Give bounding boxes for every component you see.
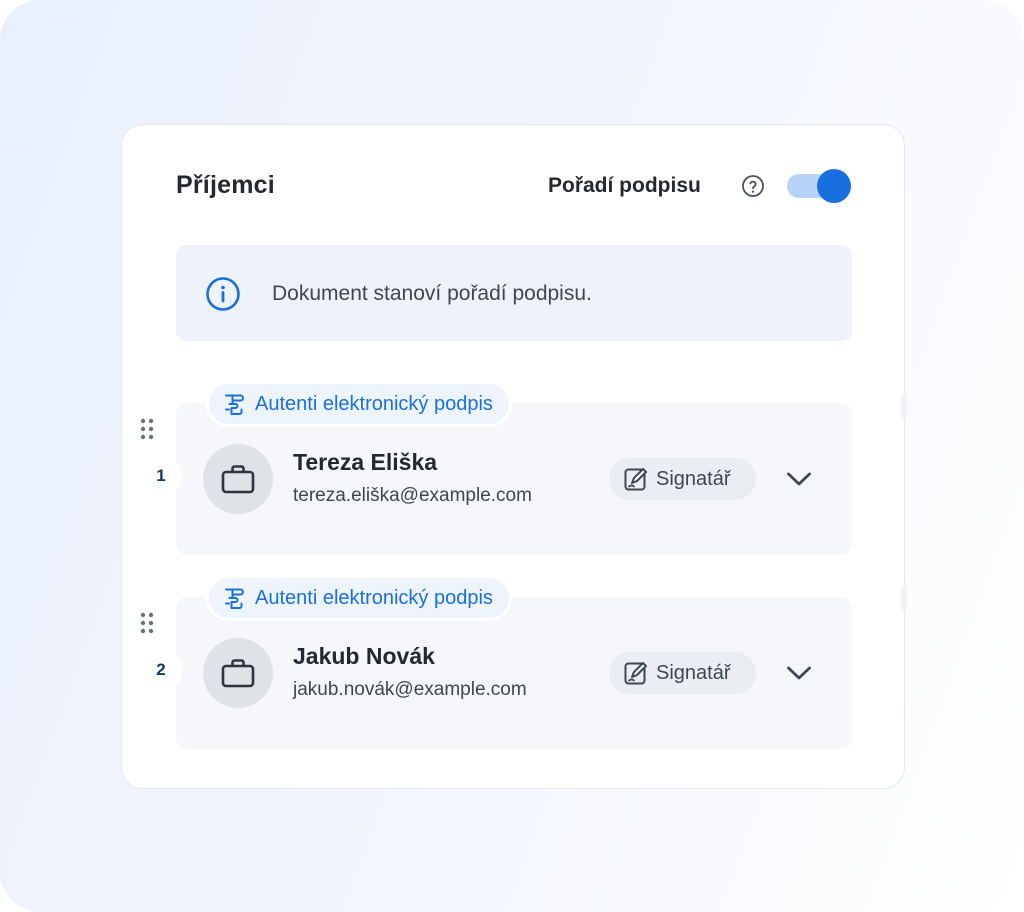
panel-edge-marker bbox=[901, 393, 907, 419]
help-icon[interactable] bbox=[741, 174, 765, 198]
recipients-panel: Příjemci Pořadí podpisu Dokument stanoví… bbox=[121, 124, 907, 789]
briefcase-icon bbox=[221, 465, 255, 494]
info-message: Dokument stanoví pořadí podpisu. bbox=[272, 282, 592, 305]
role-selector[interactable]: Signatář bbox=[609, 652, 756, 694]
panel-edge-marker bbox=[901, 585, 907, 611]
recipient-name: Jakub Novák bbox=[293, 643, 435, 669]
signature-type-badge[interactable]: Autenti elektronický podpis bbox=[206, 575, 512, 621]
drag-handle-icon[interactable] bbox=[139, 417, 155, 441]
signature-type-badge[interactable]: Autenti elektronický podpis bbox=[206, 381, 512, 427]
signature-pen-icon bbox=[624, 662, 647, 685]
signing-order-label: Pořadí podpisu bbox=[548, 174, 701, 197]
signing-order-toggle[interactable] bbox=[787, 169, 853, 203]
toggle-knob bbox=[817, 169, 851, 203]
info-banner: Dokument stanoví pořadí podpisu. bbox=[176, 245, 852, 341]
avatar bbox=[203, 638, 273, 708]
signature-type-label: Autenti elektronický podpis bbox=[255, 392, 493, 415]
role-label: Signatář bbox=[656, 661, 731, 684]
signature-type-icon bbox=[225, 394, 244, 415]
briefcase-icon bbox=[221, 659, 255, 688]
signature-type-label: Autenti elektronický podpis bbox=[255, 586, 493, 609]
recipient-name: Tereza Eliška bbox=[293, 449, 438, 475]
chevron-down-icon bbox=[787, 666, 811, 680]
recipient-email: tereza.eliška@example.com bbox=[293, 485, 532, 506]
expand-button[interactable] bbox=[784, 659, 814, 687]
signature-type-icon bbox=[225, 588, 244, 609]
info-icon bbox=[206, 277, 240, 311]
drag-handle-icon[interactable] bbox=[139, 611, 155, 635]
recipient-card: Autenti elektronický podpis 1 Tereza Eli… bbox=[140, 381, 852, 555]
role-label: Signatář bbox=[656, 467, 731, 490]
role-selector[interactable]: Signatář bbox=[609, 458, 756, 500]
chevron-down-icon bbox=[787, 472, 811, 486]
expand-button[interactable] bbox=[784, 465, 814, 493]
recipient-email: jakub.novák@example.com bbox=[293, 679, 527, 700]
recipient-card: Autenti elektronický podpis 2 Jakub Nová… bbox=[140, 575, 852, 749]
signature-pen-icon bbox=[624, 468, 647, 491]
panel-title: Příjemci bbox=[176, 171, 275, 199]
signing-order-number: 2 bbox=[140, 649, 182, 691]
avatar bbox=[203, 444, 273, 514]
signing-order-number: 1 bbox=[140, 455, 182, 497]
